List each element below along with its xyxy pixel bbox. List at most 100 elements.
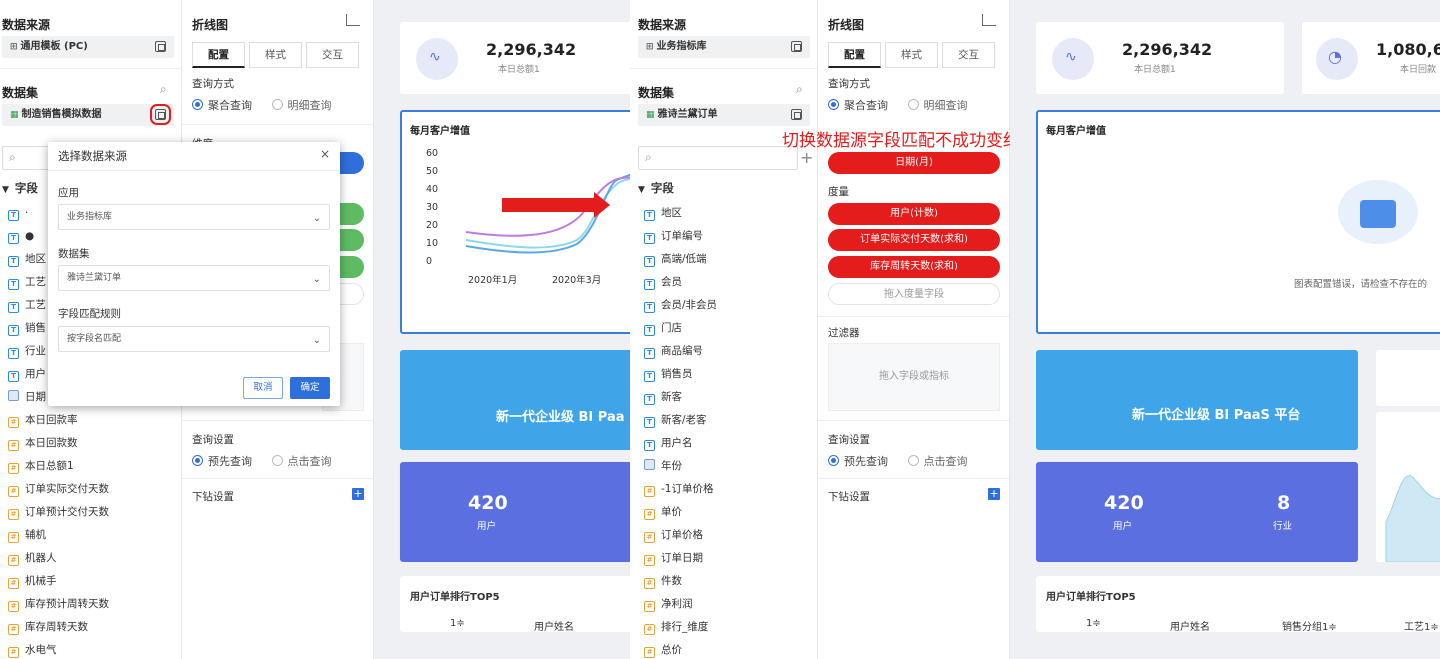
field-item[interactable]: # -1订单价格 (644, 479, 713, 499)
field-item[interactable]: # 本日回款率 (8, 410, 78, 430)
banner-card[interactable]: 新一代企业级 BI PaaS 平台 (1036, 350, 1358, 450)
dataset-selector[interactable]: ▦ 制造销售模拟数据 (2, 104, 174, 126)
field-item[interactable]: T 用户名 (644, 433, 693, 453)
table-header[interactable]: 工艺1≑ (1404, 618, 1439, 633)
radio-detail[interactable] (907, 99, 919, 110)
tab-config[interactable]: 配置 (828, 42, 881, 68)
search-icon[interactable]: ⌕ (160, 82, 167, 97)
data-source-selector[interactable]: ⊞ 通用模板 (PC) (2, 36, 174, 58)
field-item[interactable]: T 会员/非会员 (644, 295, 717, 315)
stat-card[interactable]: 420 用户 8 行业 (1036, 462, 1358, 562)
data-source-selector[interactable]: ⊞ 业务指标库 (638, 36, 810, 58)
field-item[interactable]: # 件数 (644, 571, 682, 591)
radio-click-query[interactable] (907, 455, 919, 466)
table-header[interactable]: 1≑ (1086, 618, 1101, 629)
field-item[interactable]: # 本日总额1 (8, 456, 74, 476)
field-item[interactable]: # 订单预计交付天数 (8, 502, 109, 522)
banner-text: 新一代企业级 BI Paa (496, 410, 625, 425)
kpi-card[interactable]: ∿ 2,296,342 本日总额1 (1036, 22, 1284, 94)
field-item[interactable]: # 排行_维度 (644, 617, 708, 637)
cancel-button[interactable]: 取消 (243, 377, 283, 399)
field-search-input[interactable]: ⌕ (638, 146, 798, 170)
radio-prequery[interactable] (192, 455, 203, 466)
field-item[interactable]: T 高端/低端 (644, 249, 707, 269)
field-item[interactable]: T 工艺 (8, 295, 46, 315)
table-header[interactable]: 销售分组1≑ (1282, 618, 1337, 633)
measure-pill-error[interactable]: 订单实际交付天数(求和) (828, 229, 1000, 251)
measure-pill-error[interactable]: 库存周转天数(求和) (828, 256, 1000, 278)
dataset-selector[interactable]: ▦ 雅诗兰黛订单 (638, 104, 810, 126)
table-header[interactable]: 用户姓名 (1170, 618, 1210, 633)
stat-card[interactable]: 420 用户 (400, 462, 630, 562)
field-item[interactable]: # 库存预计周转天数 (8, 594, 109, 614)
app-select[interactable]: 业务指标库 ⌄ (58, 204, 330, 230)
filter-drop-zone[interactable]: 拖入字段或指标 (828, 343, 1000, 411)
dimension-pill-error[interactable]: 日期(月) (828, 152, 1000, 174)
confirm-button[interactable]: 确定 (290, 377, 330, 399)
rule-select[interactable]: 按字段名匹配 ⌄ (58, 326, 330, 352)
radio-click-query[interactable] (271, 455, 283, 466)
field-item[interactable]: T · (8, 203, 28, 223)
field-item[interactable]: 日期 (8, 387, 46, 407)
field-item[interactable]: T 会员 (644, 272, 682, 292)
add-drill-button[interactable]: + (352, 488, 364, 500)
banner-card[interactable]: 新一代企业级 BI Paa (400, 350, 630, 450)
tab-interaction[interactable]: 交互 (306, 42, 359, 68)
field-item[interactable]: T 地区 (644, 203, 682, 223)
field-item[interactable]: T 用户 (8, 364, 46, 384)
radio-prequery[interactable] (828, 455, 839, 466)
dataset-select[interactable]: 雅诗兰黛订单 ⌄ (58, 265, 330, 291)
fields-header[interactable]: ▼ 字段 (2, 180, 38, 196)
field-item[interactable]: T 商品编号 (644, 341, 703, 361)
field-item[interactable]: T 门店 (644, 318, 682, 338)
measure-drop-zone[interactable]: 拖入度量字段 (828, 283, 1000, 305)
field-item[interactable]: # 订单实际交付天数 (8, 479, 109, 499)
field-item[interactable]: 年份 (644, 456, 682, 476)
field-item[interactable]: T 订单编号 (644, 226, 703, 246)
tab-interaction[interactable]: 交互 (942, 42, 995, 68)
field-item[interactable]: # 机器人 (8, 548, 57, 568)
radio-aggregate[interactable] (192, 99, 203, 110)
measure-pill-error[interactable]: 用户(计数) (828, 203, 1000, 225)
line-chart-widget-error[interactable]: 每月客户增值 图表配置错误，请检查不存在的 (1036, 110, 1440, 334)
switch-source-icon[interactable] (791, 41, 802, 52)
radio-aggregate[interactable] (828, 99, 839, 110)
fields-header[interactable]: ▼ 字段 (638, 180, 674, 196)
tab-style[interactable]: 样式 (249, 42, 302, 68)
tab-style[interactable]: 样式 (885, 42, 938, 68)
table-header[interactable]: 1≑ (450, 618, 465, 629)
field-item[interactable]: T 地区 (8, 249, 46, 269)
table-header[interactable]: 用户姓名 (534, 618, 574, 633)
field-item[interactable]: T 新客/老客 (644, 410, 707, 430)
line-chart-icon[interactable] (346, 14, 360, 26)
switch-dataset-icon[interactable] (791, 109, 802, 120)
field-item[interactable]: T 销售 (8, 318, 46, 338)
field-item[interactable]: T 工艺 (8, 272, 46, 292)
field-item[interactable]: T ● (8, 226, 34, 246)
field-item[interactable]: # 辅机 (8, 525, 46, 545)
field-item[interactable]: T 销售员 (644, 364, 693, 384)
close-icon[interactable]: × (320, 147, 330, 161)
line-chart-widget[interactable]: 每月客户增值 6050403020100 2020年1月 2020年3月 202 (400, 110, 630, 334)
rule-label: 字段匹配规则 (58, 308, 121, 320)
add-drill-button[interactable]: + (988, 488, 1000, 500)
field-item[interactable]: # 本日回款数 (8, 433, 78, 453)
kpi-card-2[interactable]: ◔ 1,080,69 本日回款 (1302, 22, 1440, 94)
search-icon[interactable]: ⌕ (796, 82, 803, 97)
field-item[interactable]: # 订单价格 (644, 525, 703, 545)
field-item[interactable]: # 库存周转天数 (8, 617, 88, 637)
field-item[interactable]: # 订单日期 (644, 548, 703, 568)
tab-config[interactable]: 配置 (192, 42, 245, 68)
field-item[interactable]: T 行业 (8, 341, 46, 361)
radio-detail[interactable] (271, 99, 283, 110)
switch-dataset-icon[interactable] (150, 104, 171, 125)
field-item[interactable]: # 水电气 (8, 640, 57, 659)
field-item[interactable]: # 净利润 (644, 594, 693, 614)
switch-source-icon[interactable] (155, 41, 166, 52)
field-item[interactable]: # 机械手 (8, 571, 57, 591)
field-item[interactable]: T 新客 (644, 387, 682, 407)
field-item[interactable]: # 总价 (644, 640, 682, 659)
line-chart-icon[interactable] (982, 14, 996, 26)
kpi-card[interactable]: ∿ 2,296,342 本日总额1 (400, 22, 630, 94)
field-item[interactable]: # 单价 (644, 502, 682, 522)
